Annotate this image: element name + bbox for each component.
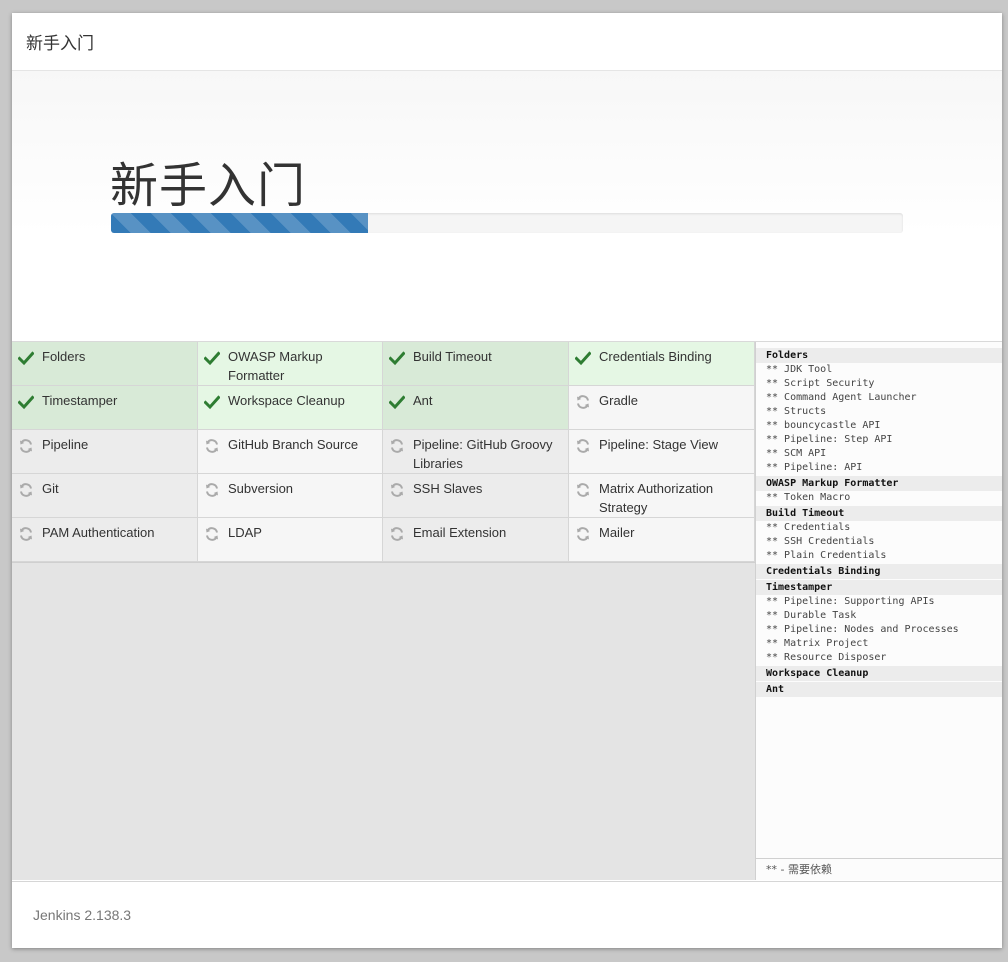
refresh-icon <box>575 482 591 498</box>
refresh-icon <box>575 438 591 454</box>
refresh-icon <box>18 482 34 498</box>
plugin-item: LDAP <box>198 518 383 562</box>
plugin-item: GitHub Branch Source <box>198 430 383 474</box>
log-plugin-heading: Workspace Cleanup <box>756 666 1002 681</box>
refresh-icon <box>575 394 591 410</box>
install-log-panel[interactable]: Folders ** JDK Tool ** Script Security ** C… <box>755 342 1002 880</box>
log-plugin-heading: Ant <box>756 682 1002 697</box>
plugin-name: Gradle <box>599 393 639 408</box>
dialog-header: 新手入门 <box>12 13 1002 71</box>
log-dependency-line: ** Pipeline: Nodes and Processes <box>766 624 959 635</box>
plugin-item: Pipeline: Stage View <box>569 430 755 474</box>
plugin-name: Build Timeout <box>413 349 492 364</box>
plugin-item: Email Extension <box>383 518 569 562</box>
plugin-item: Credentials Binding <box>569 342 755 386</box>
plugin-item: Matrix Authorization Strategy <box>569 474 755 518</box>
plugin-item: Workspace Cleanup <box>198 386 383 430</box>
plugin-item: Folders <box>12 342 198 386</box>
plugin-name: GitHub Branch Source <box>228 437 359 452</box>
plugin-item: Timestamper <box>12 386 198 430</box>
log-plugin-heading: Folders <box>756 348 1002 363</box>
refresh-icon <box>389 438 405 454</box>
plugin-name: LDAP <box>228 525 262 540</box>
log-dependency-line: ** SSH Credentials <box>766 536 875 547</box>
plugin-name: Mailer <box>599 525 635 540</box>
check-icon <box>203 394 221 410</box>
plugin-name: Pipeline: Stage View <box>599 437 719 452</box>
page-title: 新手入门 <box>110 158 307 214</box>
plugin-item: SSH Slaves <box>383 474 569 518</box>
log-dependency-line: ** Plain Credentials <box>766 550 887 561</box>
plugin-item: Build Timeout <box>383 342 569 386</box>
refresh-icon <box>575 526 591 542</box>
plugin-name: SSH Slaves <box>413 481 483 496</box>
plugin-item: PAM Authentication <box>12 518 198 562</box>
log-dependency-line: ** Credentials <box>766 522 851 533</box>
log-plugin-heading: Build Timeout <box>756 506 1002 521</box>
log-dependency-line: ** Durable Task <box>766 610 857 621</box>
plugin-item: OWASP Markup Formatter <box>198 342 383 386</box>
plugin-name: Subversion <box>228 481 294 496</box>
install-log: Folders ** JDK Tool ** Script Security ** C… <box>756 342 1002 697</box>
refresh-icon <box>18 438 34 454</box>
refresh-icon <box>204 482 220 498</box>
check-icon <box>388 350 406 366</box>
plugin-name: Git <box>42 481 59 496</box>
jenkins-version: Jenkins 2.138.3 <box>33 907 132 923</box>
plugin-name: OWASP Markup Formatter <box>228 349 323 383</box>
log-dependency-line: ** Structs <box>766 406 827 417</box>
hero-section: 新手入门 <box>12 71 1002 342</box>
refresh-icon <box>389 482 405 498</box>
plugin-item: Gradle <box>569 386 755 430</box>
log-dependency-line: ** Pipeline: Supporting APIs <box>766 596 935 607</box>
log-dependency-line: ** Matrix Project <box>766 638 869 649</box>
refresh-icon <box>18 526 34 542</box>
plugin-item: Subversion <box>198 474 383 518</box>
plugin-name: Matrix Authorization Strategy <box>599 481 714 515</box>
plugin-item: Git <box>12 474 198 518</box>
dialog-footer: Jenkins 2.138.3 <box>12 881 1002 948</box>
log-plugin-heading: OWASP Markup Formatter <box>756 476 1002 491</box>
plugin-item: Pipeline <box>12 430 198 474</box>
dialog-title: 新手入门 <box>26 34 94 54</box>
log-dependency-line: ** Resource Disposer <box>766 652 887 663</box>
setup-dialog: 新手入门 新手入门 Folders OWASP Markup Formatter B… <box>12 13 1002 948</box>
plugin-name: Pipeline: GitHub Groovy Libraries <box>413 437 553 471</box>
check-icon <box>17 350 35 366</box>
plugin-name: PAM Authentication <box>42 525 155 540</box>
plugin-name: Workspace Cleanup <box>228 393 345 408</box>
log-legend: ** - 需要依赖 <box>756 858 1002 880</box>
install-progress-bar <box>111 213 903 233</box>
plugin-name: Ant <box>413 393 433 408</box>
refresh-icon <box>389 526 405 542</box>
log-dependency-line: ** Pipeline: API <box>766 462 863 473</box>
plugin-name: Credentials Binding <box>599 349 712 364</box>
plugin-name: Folders <box>42 349 86 364</box>
check-icon <box>203 350 221 366</box>
plugin-install-area: Folders OWASP Markup Formatter Build Timeo… <box>12 342 1002 880</box>
plugin-name: Email Extension <box>413 525 507 540</box>
plugin-item: Mailer <box>569 518 755 562</box>
log-dependency-line: ** JDK Tool <box>766 364 833 375</box>
log-dependency-line: ** Pipeline: Step API <box>766 434 893 445</box>
log-plugin-heading: Credentials Binding <box>756 564 1002 579</box>
plugin-grid: Folders OWASP Markup Formatter Build Timeo… <box>12 342 755 563</box>
log-dependency-line: ** Command Agent Launcher <box>766 392 917 403</box>
refresh-icon <box>204 438 220 454</box>
plugin-item: Pipeline: GitHub Groovy Libraries <box>383 430 569 474</box>
check-icon <box>574 350 592 366</box>
refresh-icon <box>204 526 220 542</box>
install-progress-fill <box>111 213 369 233</box>
log-dependency-line: ** SCM API <box>766 448 827 459</box>
plugin-name: Pipeline <box>42 437 89 452</box>
log-dependency-line: ** bouncycastle API <box>766 420 881 431</box>
log-dependency-line: ** Script Security <box>766 378 875 389</box>
log-plugin-heading: Timestamper <box>756 580 1002 595</box>
check-icon <box>388 394 406 410</box>
plugin-item: Ant <box>383 386 569 430</box>
check-icon <box>17 394 35 410</box>
log-dependency-line: ** Token Macro <box>766 492 851 503</box>
plugin-name: Timestamper <box>42 393 118 408</box>
